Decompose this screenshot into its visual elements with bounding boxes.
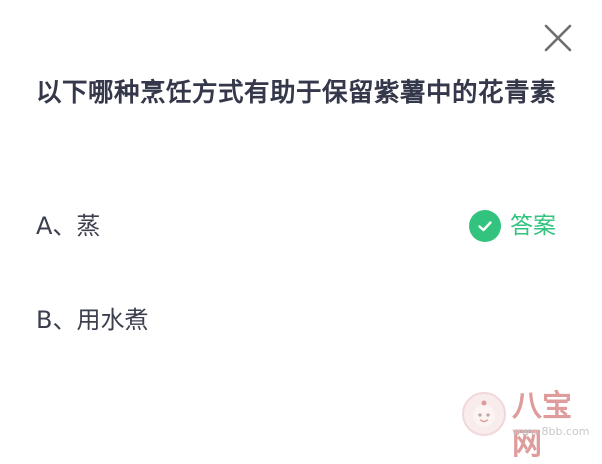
option-b[interactable]: B、用水煮 bbox=[0, 292, 602, 348]
answer-label: 答案 bbox=[510, 213, 556, 239]
answer-badge: 答案 bbox=[469, 209, 556, 243]
option-a[interactable]: A、蒸 答案 bbox=[0, 198, 602, 254]
watermark-url: www.8bb.com bbox=[512, 425, 590, 438]
option-b-label: B、用水煮 bbox=[36, 306, 149, 334]
checkmark-icon bbox=[469, 210, 501, 242]
close-icon bbox=[544, 24, 572, 52]
close-button[interactable] bbox=[538, 18, 578, 58]
watermark-logo: 八宝网 www.8bb.com bbox=[462, 388, 592, 462]
watermark-mascot-icon bbox=[462, 392, 506, 436]
question-text: 以下哪种烹饪方式有助于保留紫薯中的花青素 bbox=[36, 78, 557, 108]
option-a-label: A、蒸 bbox=[36, 212, 101, 240]
